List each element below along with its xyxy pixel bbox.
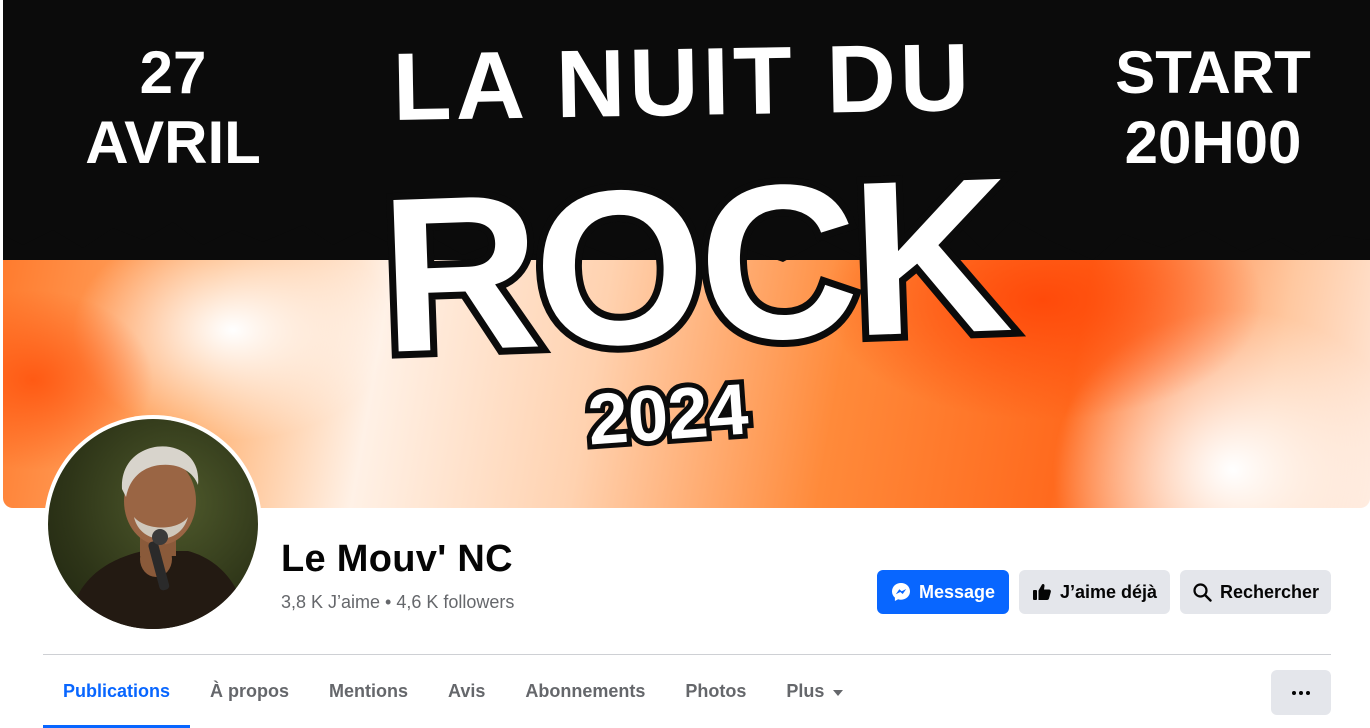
tab-label: Plus bbox=[786, 681, 825, 701]
tab-label: Publications bbox=[63, 681, 171, 701]
page-stats: 3,8 K J’aime • 4,6 K followers bbox=[281, 592, 515, 612]
cover-title-line2: ROCK bbox=[370, 124, 1016, 406]
tab-label: Abonnements bbox=[525, 681, 646, 701]
more-dots-icon bbox=[1292, 690, 1310, 695]
tab-label: Mentions bbox=[329, 681, 409, 701]
search-icon bbox=[1192, 582, 1212, 602]
profile-avatar[interactable] bbox=[44, 415, 262, 633]
like-button-label: J’aime déjà bbox=[1059, 581, 1158, 602]
search-button-label: Rechercher bbox=[1219, 581, 1320, 602]
like-button[interactable]: J’aime déjà bbox=[1019, 570, 1170, 614]
tab-publications[interactable]: Publications bbox=[43, 655, 191, 728]
message-button[interactable]: Message bbox=[877, 570, 1009, 614]
tab-mentions[interactable]: Mentions bbox=[309, 655, 428, 728]
cover-date: 27 AVRIL bbox=[85, 39, 261, 176]
tab-label: Avis bbox=[448, 681, 486, 701]
message-button-label: Message bbox=[918, 581, 996, 602]
caret-down-icon bbox=[832, 681, 844, 702]
page-tabs: Publications À propos Mentions Avis Abon… bbox=[43, 655, 864, 728]
more-options-button[interactable] bbox=[1271, 670, 1331, 715]
search-button[interactable]: Rechercher bbox=[1180, 570, 1331, 614]
thumbs-up-icon bbox=[1032, 582, 1052, 602]
cover-title-line1: LA NUIT DU bbox=[391, 23, 975, 142]
tab-more[interactable]: Plus bbox=[766, 655, 864, 728]
tab-reviews[interactable]: Avis bbox=[428, 655, 505, 728]
tab-label: Photos bbox=[685, 681, 747, 701]
tab-label: À propos bbox=[210, 681, 290, 701]
messenger-icon bbox=[891, 582, 911, 602]
cover-start-time: START 20H00 bbox=[1115, 39, 1311, 176]
tab-photos[interactable]: Photos bbox=[665, 655, 766, 728]
page-title: Le Mouv' NC bbox=[281, 538, 513, 580]
tab-subscriptions[interactable]: Abonnements bbox=[505, 655, 665, 728]
avatar-photo bbox=[48, 419, 258, 629]
tab-about[interactable]: À propos bbox=[190, 655, 309, 728]
cover-year: 2024 bbox=[580, 365, 755, 466]
